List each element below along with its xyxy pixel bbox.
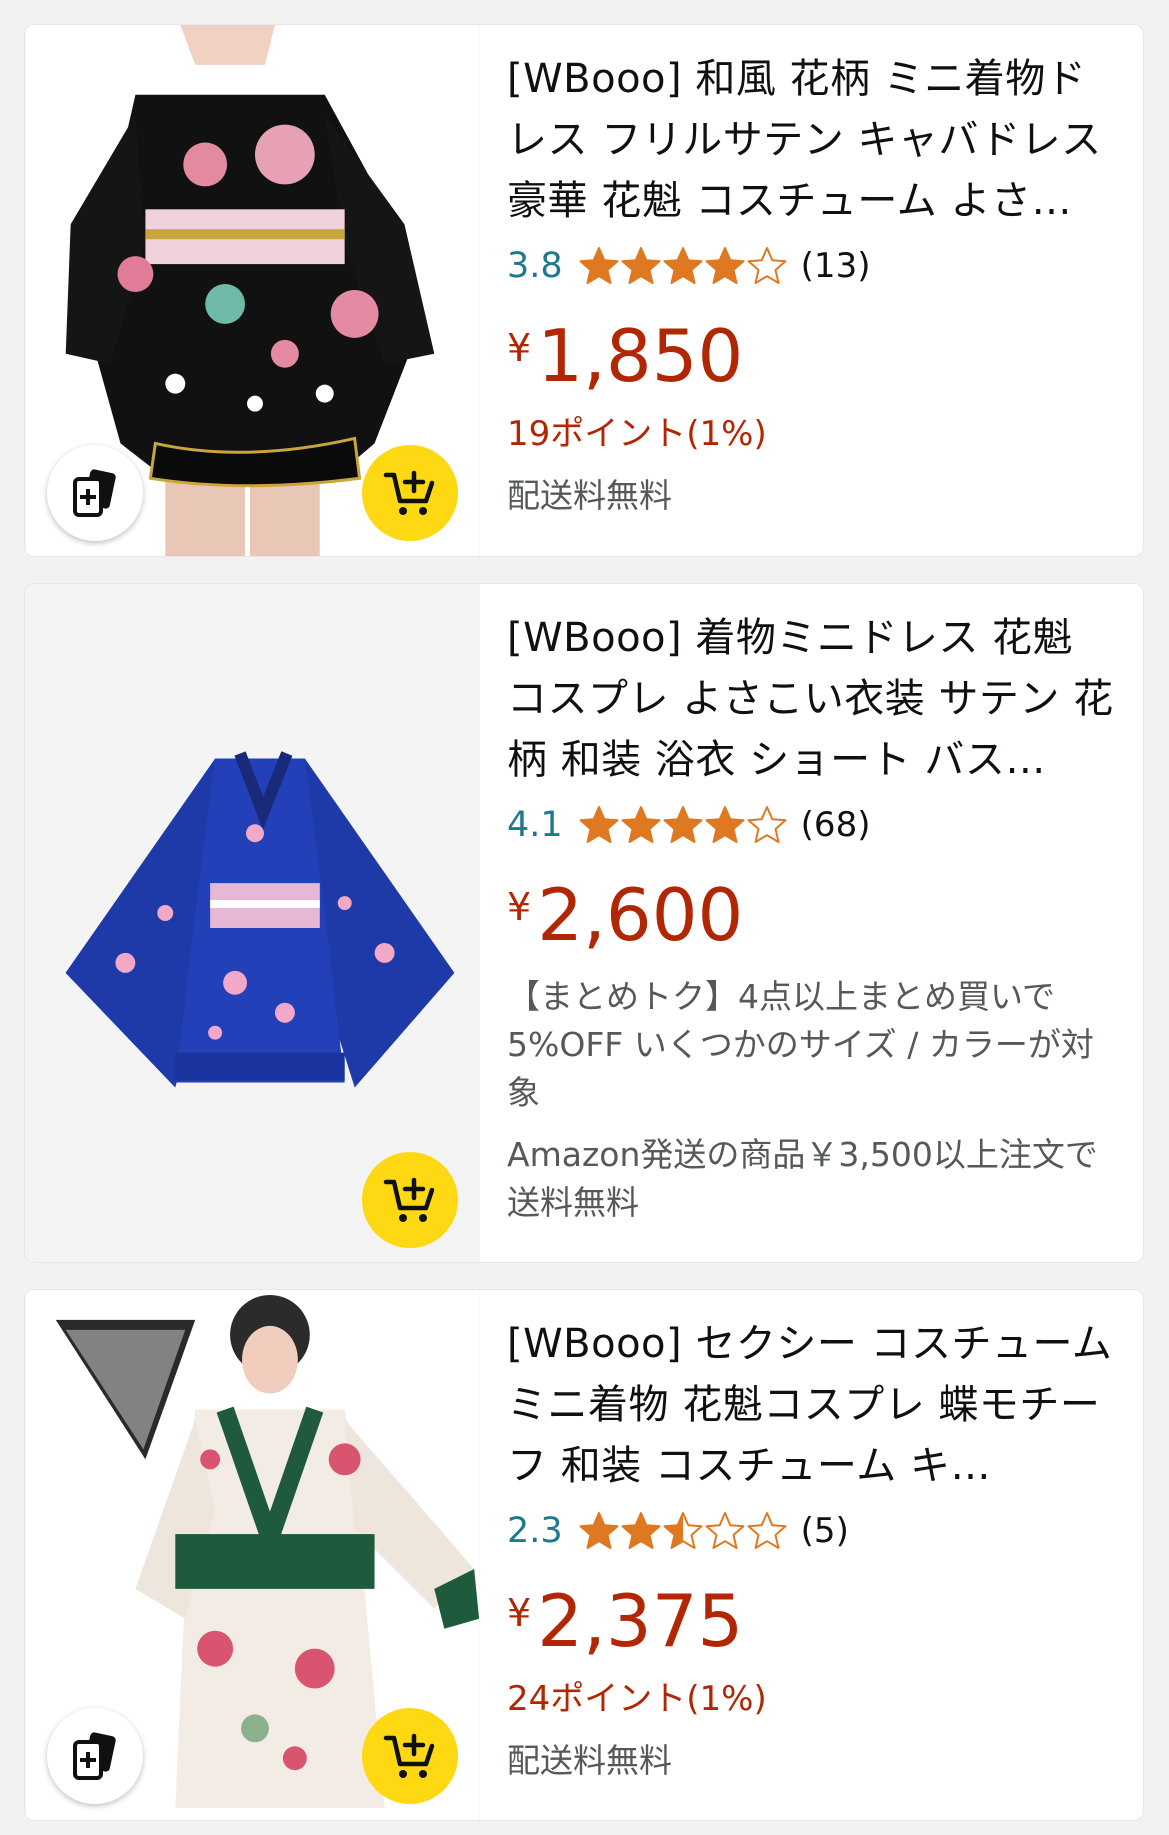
product-card[interactable]: [WBooo] 着物ミニドレス 花魁 コスプレ よさこい衣装 サテン 花柄 和装…: [24, 583, 1144, 1263]
product-title[interactable]: [WBooo] 着物ミニドレス 花魁 コスプレ よさこい衣装 サテン 花柄 和装…: [507, 608, 1115, 791]
points: 19ポイント(1%): [507, 414, 767, 454]
price-amount: 2,600: [537, 873, 744, 957]
product-image[interactable]: [25, 584, 480, 1262]
price-amount: 2,375: [537, 1579, 744, 1663]
review-count: (13): [800, 246, 871, 286]
review-count: (5): [800, 1511, 849, 1551]
add-to-cart-button[interactable]: [362, 445, 458, 541]
product-image[interactable]: [25, 25, 480, 556]
rating-row[interactable]: 2.3 (5): [507, 1505, 1115, 1557]
compare-button[interactable]: [47, 445, 143, 541]
compare-cards-icon: [73, 1732, 116, 1780]
star-icon: [747, 1512, 787, 1549]
product-title[interactable]: [WBooo] 和風 花柄 ミニ着物ドレス フリルサテン キャバドレス 豪華 花…: [507, 49, 1115, 232]
product-card[interactable]: [WBooo] セクシー コスチューム ミニ着物 花魁コスプレ 蝶モチーフ 和装…: [24, 1289, 1144, 1821]
rating-row[interactable]: 3.8 (13): [507, 240, 1115, 292]
add-to-cart-button[interactable]: [362, 1708, 458, 1804]
star-icon: [621, 806, 661, 843]
star-icon: [663, 1512, 703, 1549]
star-icon: [705, 247, 745, 284]
product-info: [WBooo] 和風 花柄 ミニ着物ドレス フリルサテン キャバドレス 豪華 花…: [507, 49, 1115, 520]
price-amount: 1,850: [537, 314, 744, 398]
price: ¥ 2,375: [507, 1581, 1115, 1667]
add-to-cart-icon: [383, 1177, 435, 1222]
price: ¥ 2,600: [507, 875, 1115, 961]
review-count: (68): [800, 805, 871, 845]
star-icon: [621, 1512, 661, 1549]
product-info: [WBooo] セクシー コスチューム ミニ着物 花魁コスプレ 蝶モチーフ 和装…: [507, 1314, 1115, 1785]
star-icon: [621, 247, 661, 284]
shipping-info: 配送料無料: [507, 1741, 672, 1780]
shipping-info: 配送料無料: [507, 476, 672, 515]
star-icon: [747, 806, 787, 843]
product-image[interactable]: [25, 1290, 480, 1820]
price: ¥ 1,850: [507, 316, 1115, 402]
star-rating: [579, 246, 789, 286]
star-icon: [663, 806, 703, 843]
rating-value: 3.8: [507, 246, 563, 286]
currency-symbol: ¥: [507, 326, 532, 370]
star-icon: [579, 1512, 619, 1549]
star-icon: [579, 247, 619, 284]
star-icon: [579, 806, 619, 843]
compare-cards-icon: [73, 469, 116, 517]
product-title[interactable]: [WBooo] セクシー コスチューム ミニ着物 花魁コスプレ 蝶モチーフ 和装…: [507, 1314, 1115, 1497]
compare-button[interactable]: [47, 1708, 143, 1804]
currency-symbol: ¥: [507, 885, 532, 929]
star-icon: [705, 806, 745, 843]
product-card[interactable]: [WBooo] 和風 花柄 ミニ着物ドレス フリルサテン キャバドレス 豪華 花…: [24, 24, 1144, 557]
points: 24ポイント(1%): [507, 1679, 767, 1719]
promotion-text[interactable]: 【まとめトク】4点以上まとめ買いで5%OFF いくつかのサイズ / カラーが対象: [507, 973, 1115, 1117]
currency-symbol: ¥: [507, 1591, 532, 1635]
add-to-cart-icon: [383, 1733, 435, 1778]
product-info: [WBooo] 着物ミニドレス 花魁 コスプレ よさこい衣装 サテン 花柄 和装…: [507, 608, 1115, 1227]
star-rating: [579, 805, 789, 845]
star-rating: [579, 1511, 789, 1551]
rating-value: 2.3: [507, 1511, 563, 1551]
shipping-info: Amazon発送の商品￥3,500以上注文で送料無料: [507, 1135, 1098, 1222]
rating-row[interactable]: 4.1 (68): [507, 799, 1115, 851]
star-icon: [747, 247, 787, 284]
add-to-cart-icon: [383, 470, 435, 515]
star-icon: [705, 1512, 745, 1549]
rating-value: 4.1: [507, 805, 563, 845]
add-to-cart-button[interactable]: [362, 1152, 458, 1248]
star-icon: [663, 247, 703, 284]
